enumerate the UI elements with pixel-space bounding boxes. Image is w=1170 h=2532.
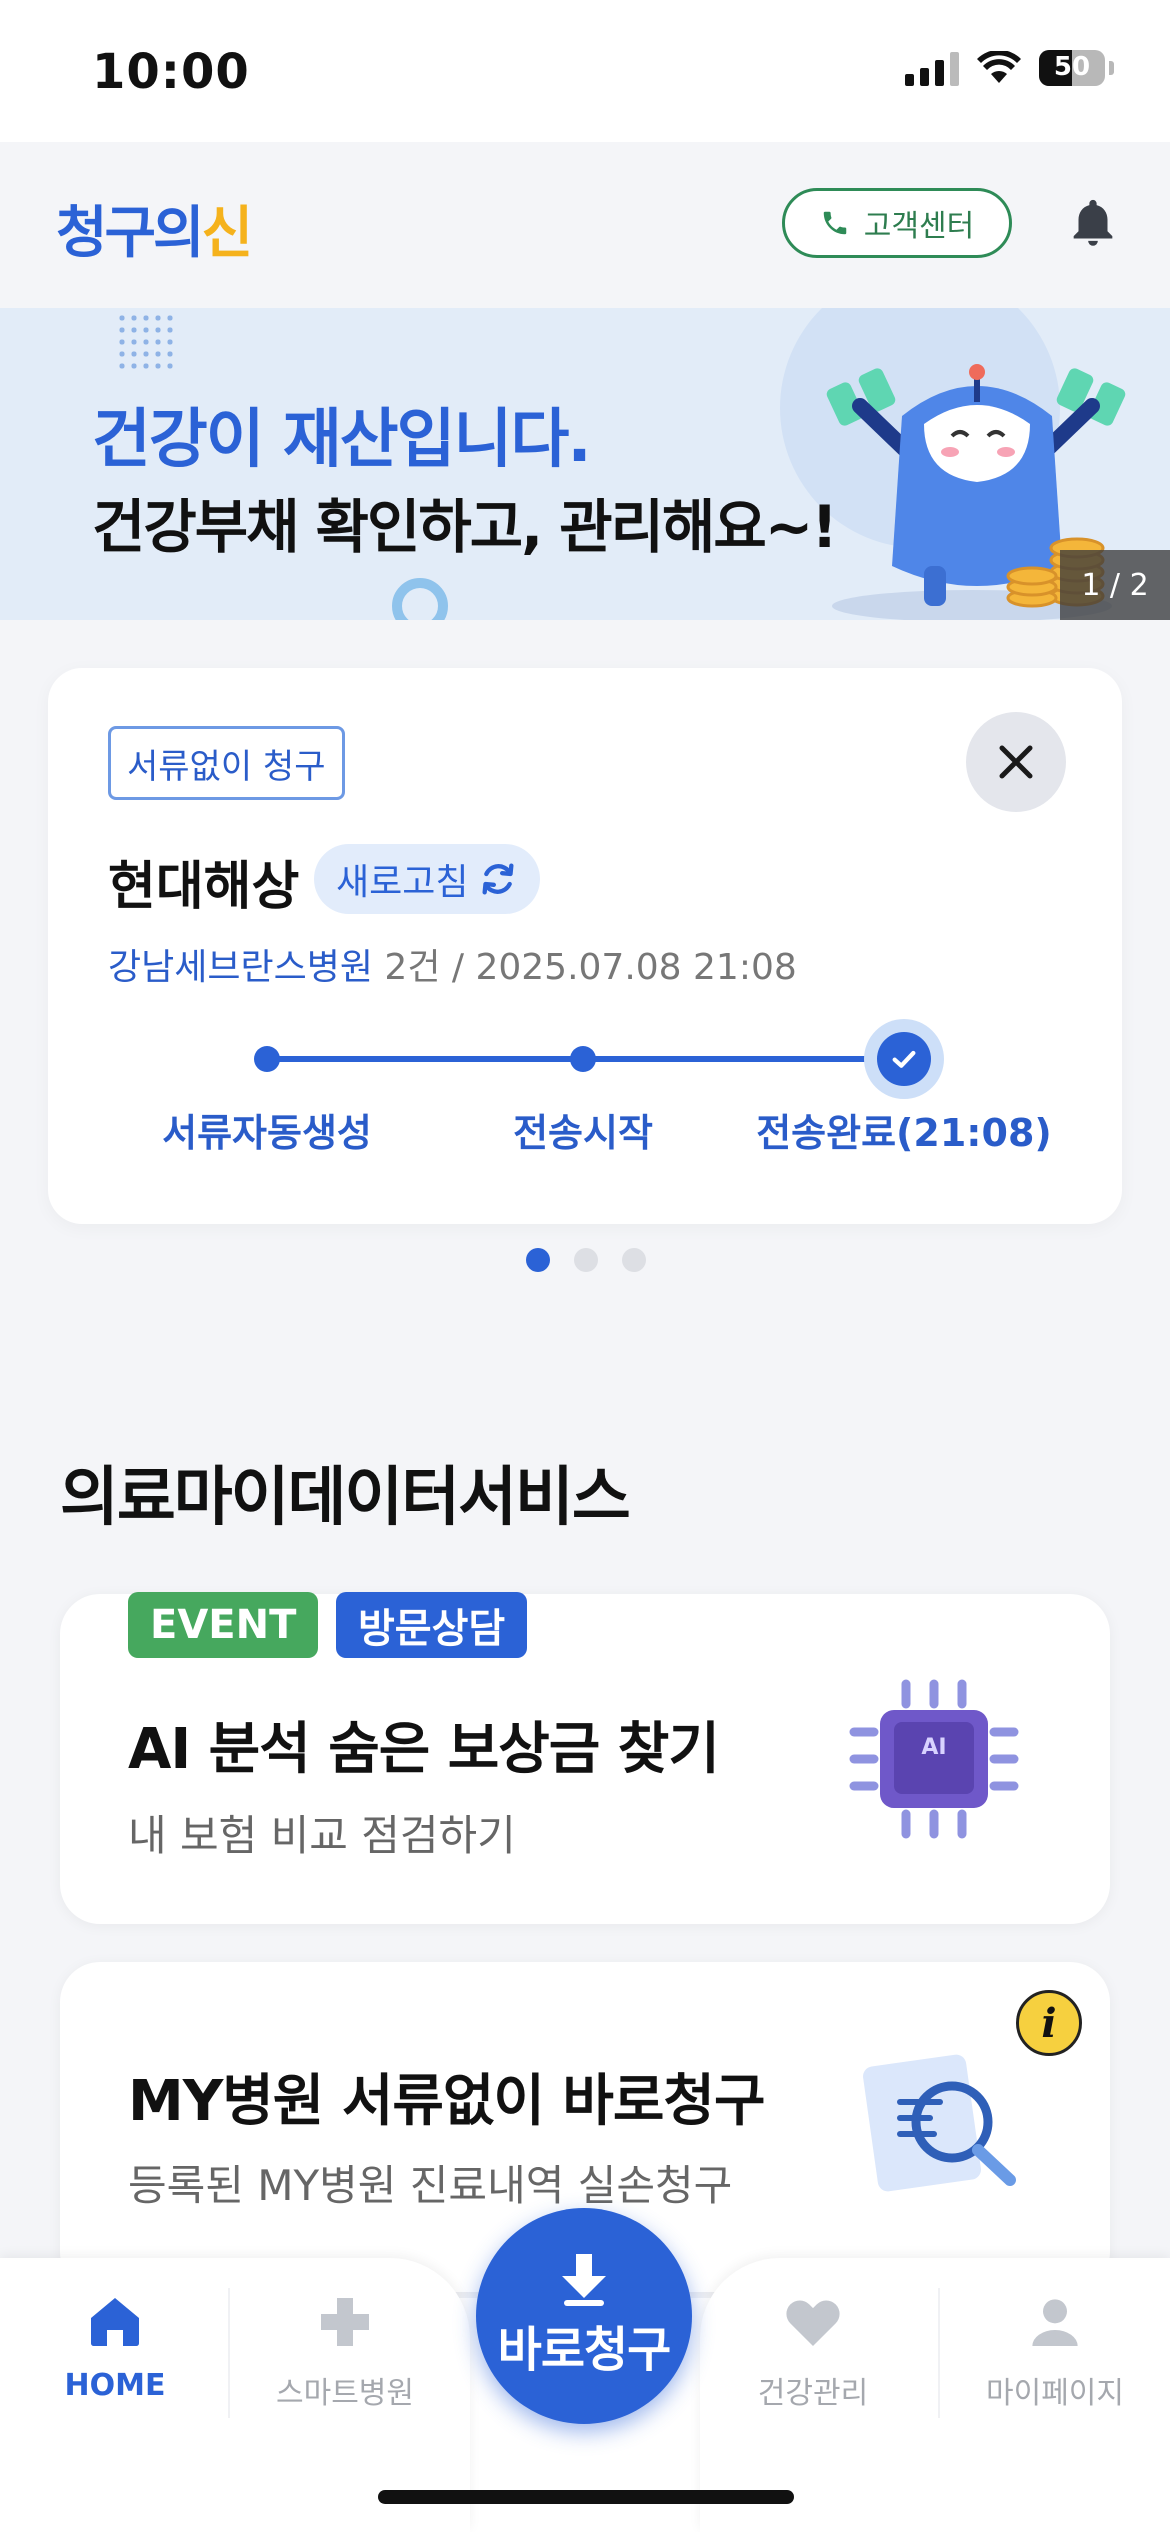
insurance-company-name: 현대해상 <box>108 857 300 917</box>
pager-dot[interactable] <box>574 1248 598 1272</box>
progress-complete-indicator <box>864 1019 944 1099</box>
service-description: 내 보험 비교 점검하기 <box>128 1811 516 1860</box>
close-icon <box>999 745 1033 779</box>
refresh-icon <box>482 863 514 895</box>
nav-item-home[interactable]: HOME <box>0 2290 230 2430</box>
medical-cross-icon <box>321 2298 369 2346</box>
quick-claim-button[interactable]: 바로청구 <box>476 2208 692 2424</box>
step-label-3: 전송완료(21:08) <box>756 1111 1052 1155</box>
nav-label-smart-hospital: 스마트병원 <box>276 2376 414 2411</box>
progress-step-dot <box>570 1046 596 1072</box>
nav-item-mypage[interactable]: 마이페이지 <box>940 2290 1170 2430</box>
visit-consult-badge: 방문상담 <box>336 1592 528 1658</box>
event-badge: EVENT <box>128 1592 319 1658</box>
check-icon <box>892 1050 916 1068</box>
section-title: 의료마이데이터서비스 <box>60 1461 631 1535</box>
nav-label-health: 건강관리 <box>757 2376 869 2411</box>
heart-icon <box>786 2300 840 2346</box>
progress-step-dot <box>254 1046 280 1072</box>
ai-chip-icon: AI <box>849 1679 1019 1839</box>
pager-dot-active[interactable] <box>526 1248 550 1272</box>
close-button[interactable] <box>966 712 1066 812</box>
banner-decoration-ring <box>392 578 448 620</box>
ai-chip-text: AI <box>921 1735 946 1760</box>
claim-count-date: 2건 / 2025.07.08 21:08 <box>372 947 797 988</box>
quick-claim-label: 바로청구 <box>497 2322 672 2378</box>
battery-level: 50 <box>1053 52 1091 82</box>
logo-part2: 신 <box>201 201 254 266</box>
app-header: 청구의신 고객센터 <box>0 142 1170 308</box>
customer-center-button[interactable]: 고객센터 <box>782 188 1012 258</box>
wifi-icon <box>977 51 1021 83</box>
logo-part1: 청구의 <box>56 201 205 266</box>
step-label-1: 서류자동생성 <box>162 1111 372 1155</box>
banner-title: 건강이 재산입니다. <box>92 403 592 477</box>
status-time: 10:00 <box>92 44 250 100</box>
service-description: 등록된 MY병원 진료내역 실손청구 <box>128 2161 733 2210</box>
claim-type-tag: 서류없이 청구 <box>108 726 345 800</box>
service-card-ai-compensation[interactable]: EVENT 방문상담 AI 분석 숨은 보상금 찾기 내 보험 비교 점검하기 … <box>60 1592 1110 1924</box>
document-search-icon <box>863 2054 1016 2192</box>
refresh-button[interactable]: 새로고침 <box>314 844 541 914</box>
nav-item-health[interactable]: 건강관리 <box>698 2290 928 2430</box>
claim-status-card[interactable]: 서류없이 청구 현대해상 새로고침 강남세브란스병원 2건 / 2025.07.… <box>48 668 1122 1224</box>
promo-banner[interactable]: 건강이 재산입니다. 건강부채 확인하고, 관리해요~! 1 / 2 <box>0 308 1170 620</box>
cellular-signal-icon <box>905 50 959 86</box>
hospital-name: 강남세브란스병원 <box>108 947 373 988</box>
phone-icon <box>823 211 847 235</box>
banner-page-counter: 1 / 2 <box>1060 550 1170 620</box>
app-logo[interactable]: 청구의신 <box>56 188 254 269</box>
step-label-2: 전송시작 <box>513 1111 653 1155</box>
banner-subtitle: 건강부채 확인하고, 관리해요~! <box>92 493 838 561</box>
status-icons: 50 <box>905 50 1114 86</box>
nav-label-home: HOME <box>64 2368 166 2403</box>
customer-center-label: 고객센터 <box>863 209 975 244</box>
card-pager <box>526 1248 646 1272</box>
home-icon <box>91 2298 139 2346</box>
refresh-label: 새로고침 <box>336 862 469 903</box>
service-title: MY병원 서류없이 바로청구 <box>128 2069 765 2134</box>
pager-dot[interactable] <box>622 1248 646 1272</box>
nav-label-mypage: 마이페이지 <box>986 2376 1124 2411</box>
info-icon[interactable]: i <box>1016 1990 1082 2056</box>
claim-detail: 강남세브란스병원 2건 / 2025.07.08 21:08 <box>108 938 797 990</box>
download-arrow-icon <box>562 2254 606 2306</box>
battery-icon: 50 <box>1039 50 1105 86</box>
home-indicator[interactable] <box>378 2490 794 2504</box>
battery-cap <box>1109 61 1114 75</box>
banner-decoration-dots <box>116 312 176 372</box>
service-title: AI 분석 숨은 보상금 찾기 <box>128 1717 720 1782</box>
notification-bell-icon[interactable] <box>1064 194 1122 254</box>
status-bar: 10:00 50 <box>0 0 1170 142</box>
person-icon <box>1032 2299 1078 2346</box>
nav-item-smart-hospital[interactable]: 스마트병원 <box>230 2290 460 2430</box>
